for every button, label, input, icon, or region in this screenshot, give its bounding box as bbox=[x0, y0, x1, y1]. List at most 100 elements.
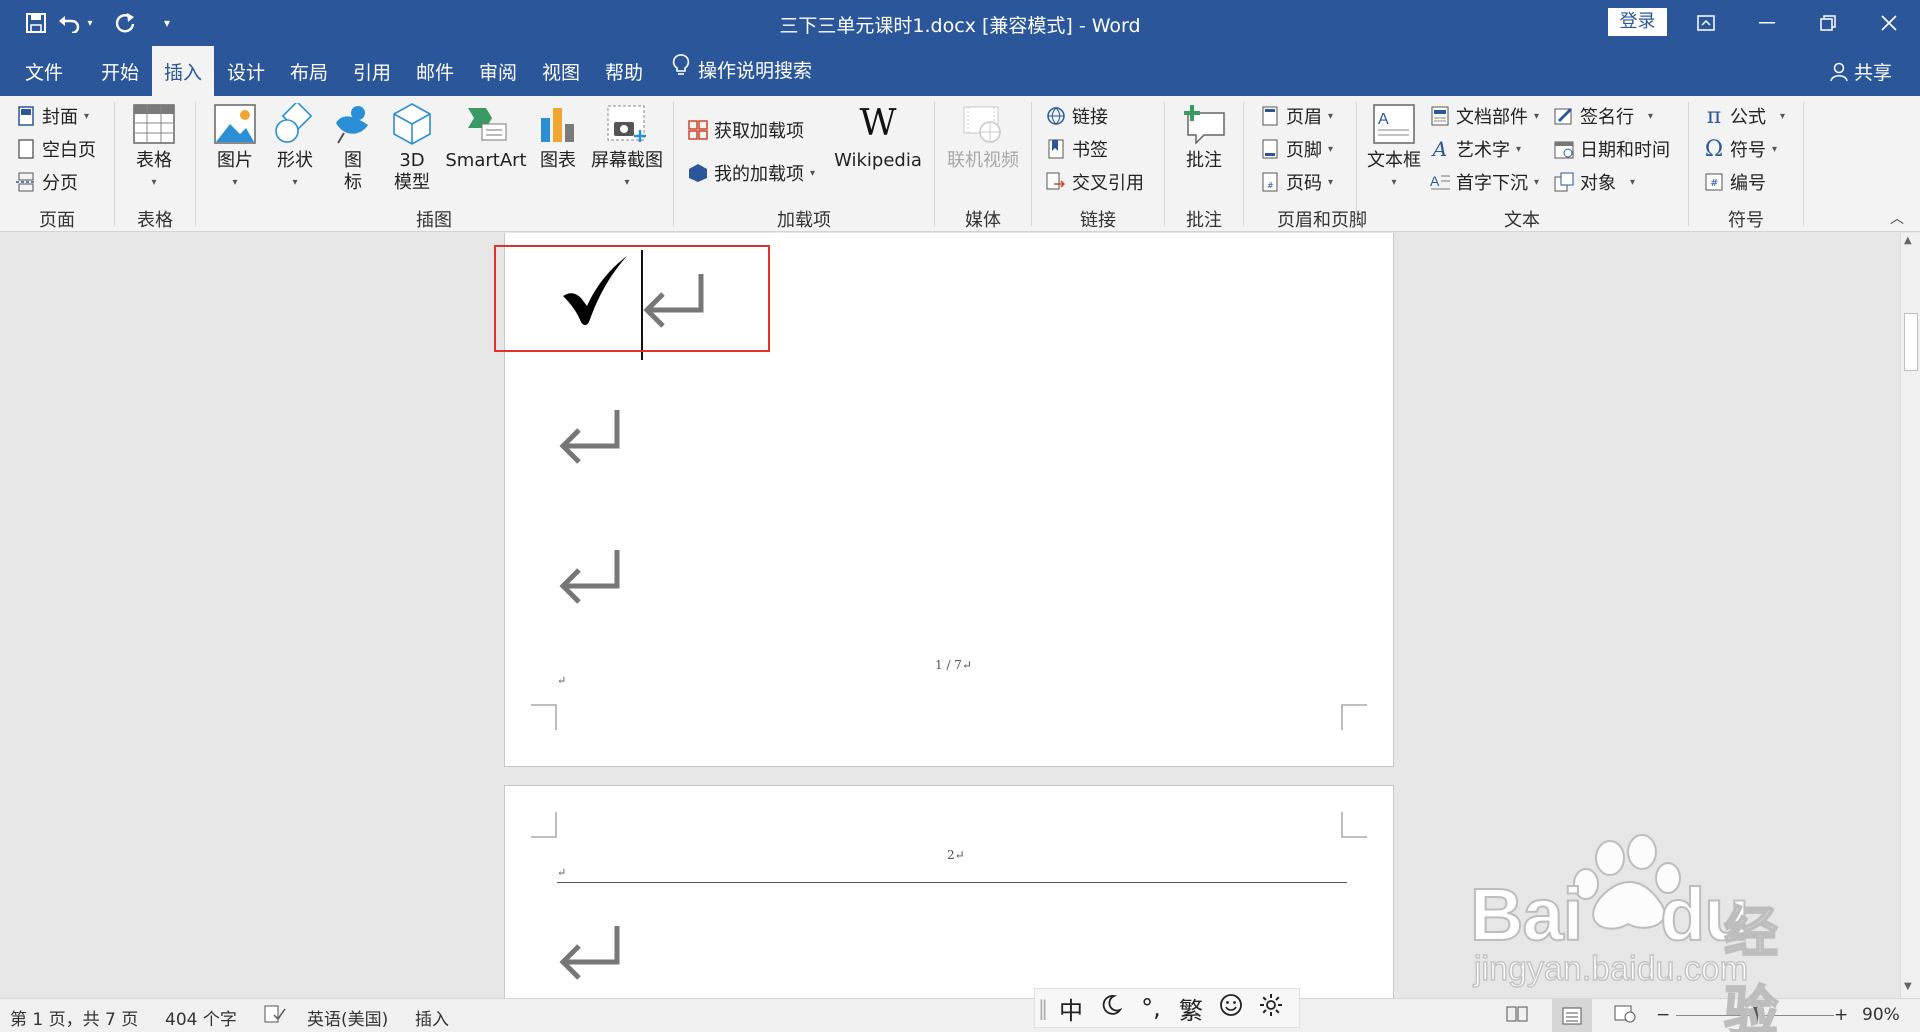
ime-halfwidth-icon[interactable] bbox=[1091, 994, 1131, 1022]
online-video-button[interactable]: 联机视频 bbox=[944, 102, 1022, 172]
header-divider bbox=[557, 882, 1347, 883]
footer-icon bbox=[1260, 139, 1280, 159]
zoom-level[interactable]: 90% bbox=[1862, 1005, 1900, 1025]
tab-insert[interactable]: 插入 bbox=[152, 46, 214, 96]
close-icon[interactable] bbox=[1858, 0, 1920, 46]
tab-layout[interactable]: 布局 bbox=[279, 46, 339, 96]
zoom-slider-thumb[interactable] bbox=[1753, 1007, 1758, 1023]
tab-view[interactable]: 视图 bbox=[531, 46, 591, 96]
signature-line-button[interactable]: 签名行 ▾ bbox=[1554, 101, 1653, 131]
icons-button[interactable]: 图 标 bbox=[328, 102, 378, 194]
date-time-button[interactable]: 日期和时间 bbox=[1554, 134, 1670, 164]
crop-mark-top-left bbox=[531, 812, 557, 838]
page-break-label: 分页 bbox=[42, 173, 78, 194]
group-label-comments: 批注 bbox=[1186, 210, 1222, 231]
language-status[interactable]: 英语(美国) bbox=[307, 1005, 388, 1030]
quick-parts-button[interactable]: 文档部件 ▾ bbox=[1430, 101, 1539, 131]
header-button[interactable]: 页眉 ▾ bbox=[1260, 101, 1333, 131]
object-button[interactable]: 对象 ▾ bbox=[1554, 167, 1635, 197]
wordart-button[interactable]: A 艺术字 ▾ bbox=[1430, 134, 1521, 164]
wordart-icon: A bbox=[1432, 137, 1448, 161]
ime-grip-icon[interactable]: ‖ bbox=[1035, 996, 1051, 1020]
ime-language-toggle[interactable]: 中 bbox=[1051, 991, 1091, 1026]
cross-reference-button[interactable]: 交叉引用 bbox=[1046, 167, 1144, 197]
ime-settings-gear-icon[interactable] bbox=[1251, 993, 1291, 1023]
link-button[interactable]: 链接 bbox=[1046, 101, 1108, 131]
symbol-button[interactable]: Ω 符号 ▾ bbox=[1704, 134, 1777, 164]
minimize-icon[interactable] bbox=[1736, 0, 1798, 46]
chevron-down-icon: ▾ bbox=[1391, 177, 1397, 188]
ribbon-display-options-icon[interactable] bbox=[1675, 0, 1737, 46]
scroll-down-icon[interactable]: ▼ bbox=[1904, 981, 1912, 992]
share-button[interactable]: 共享 bbox=[1830, 46, 1892, 96]
pictures-button[interactable]: 图片 ▾ bbox=[208, 102, 262, 194]
chevron-down-icon: ▾ bbox=[624, 177, 630, 188]
restore-icon[interactable] bbox=[1797, 0, 1859, 46]
comment-icon bbox=[1182, 102, 1226, 146]
numbering-icon: # bbox=[1704, 172, 1724, 192]
3d-models-label: 3D bbox=[399, 150, 425, 171]
wikipedia-label: Wikipedia bbox=[834, 150, 922, 171]
drop-cap-button[interactable]: A 首字下沉 ▾ bbox=[1430, 167, 1539, 197]
blank-page-button[interactable]: 空白页 bbox=[16, 134, 96, 164]
insert-mode-status[interactable]: 插入 bbox=[415, 1005, 449, 1030]
omega-icon: Ω bbox=[1704, 136, 1724, 162]
bookmark-icon bbox=[1046, 139, 1066, 159]
get-addins-button[interactable]: 获取加载项 bbox=[688, 115, 804, 145]
numbering-label: 编号 bbox=[1730, 173, 1766, 194]
tab-references[interactable]: 引用 bbox=[342, 46, 402, 96]
my-addins-icon bbox=[688, 163, 708, 183]
page-2[interactable]: 2↵ ↵ bbox=[504, 785, 1394, 998]
bookmark-button[interactable]: 书签 bbox=[1046, 134, 1108, 164]
page-count-status[interactable]: 第 1 页，共 7 页 bbox=[10, 1005, 138, 1030]
tell-me-search[interactable]: 操作说明搜索 bbox=[672, 46, 812, 96]
table-button[interactable]: 表格 ▾ bbox=[126, 102, 182, 194]
my-addins-button[interactable]: 我的加载项 ▾ bbox=[688, 158, 815, 188]
tab-design[interactable]: 设计 bbox=[216, 46, 276, 96]
link-icon bbox=[1046, 106, 1066, 126]
document-canvas[interactable]: ✓ 1 / 7↵ ↵ 2↵ ↵ bbox=[0, 233, 1900, 998]
cover-page-button[interactable]: 封面 ▾ bbox=[16, 101, 89, 131]
vertical-scrollbar[interactable]: ▲ ▼ bbox=[1900, 233, 1920, 998]
scroll-thumb[interactable] bbox=[1904, 313, 1918, 371]
status-bar: 第 1 页，共 7 页 404 个字 英语(美国) 插入 − + 90% bbox=[0, 998, 1920, 1032]
svg-text:A: A bbox=[1430, 173, 1440, 189]
ime-traditional-toggle[interactable]: 繁 bbox=[1171, 991, 1211, 1026]
zoom-out-button[interactable]: − bbox=[1656, 1005, 1670, 1025]
shapes-button[interactable]: 形状 ▾ bbox=[268, 102, 322, 194]
tab-mailings[interactable]: 邮件 bbox=[405, 46, 465, 96]
equation-button[interactable]: π 公式 ▾ bbox=[1704, 101, 1785, 131]
tab-home[interactable]: 开始 bbox=[90, 46, 150, 96]
new-comment-button[interactable]: 批注 bbox=[1176, 102, 1232, 172]
chevron-down-icon: ▾ bbox=[810, 167, 816, 179]
chart-button[interactable]: 图表 bbox=[534, 102, 582, 172]
screenshot-button[interactable]: 屏幕截图 ▾ bbox=[588, 102, 666, 194]
web-layout-icon[interactable] bbox=[1614, 1005, 1636, 1028]
tab-file[interactable]: 文件 bbox=[14, 46, 74, 96]
scroll-up-icon[interactable]: ▲ bbox=[1904, 235, 1912, 246]
footer-button[interactable]: 页脚 ▾ bbox=[1260, 134, 1333, 164]
numbering-button[interactable]: # 编号 bbox=[1704, 167, 1766, 197]
smartart-button[interactable]: SmartArt bbox=[444, 102, 528, 172]
online-video-label: 联机视频 bbox=[947, 150, 1019, 171]
page-number-button[interactable]: # 页码 ▾ bbox=[1260, 167, 1333, 197]
page-break-button[interactable]: 分页 bbox=[16, 167, 78, 197]
collapse-ribbon-icon[interactable]: ︿ bbox=[1890, 208, 1904, 228]
login-button[interactable]: 登录 bbox=[1608, 8, 1667, 36]
read-mode-icon[interactable] bbox=[1506, 1005, 1528, 1028]
tab-help[interactable]: 帮助 bbox=[594, 46, 654, 96]
share-label: 共享 bbox=[1854, 62, 1893, 84]
ime-emoji-icon[interactable] bbox=[1211, 993, 1251, 1023]
ime-punctuation-toggle[interactable]: °, bbox=[1131, 994, 1171, 1022]
svg-text:#: # bbox=[1710, 178, 1718, 189]
print-layout-icon[interactable] bbox=[1552, 999, 1592, 1032]
3d-models-button[interactable]: 3D 模型 bbox=[386, 102, 438, 194]
zoom-in-button[interactable]: + bbox=[1834, 1005, 1848, 1025]
proofing-icon[interactable] bbox=[264, 1005, 286, 1028]
text-box-button[interactable]: A 文本框 ▾ bbox=[1366, 102, 1422, 194]
word-count-status[interactable]: 404 个字 bbox=[165, 1005, 237, 1030]
tab-review[interactable]: 审阅 bbox=[468, 46, 528, 96]
wikipedia-button[interactable]: W Wikipedia bbox=[832, 102, 924, 172]
header-page-number: 2↵ bbox=[947, 848, 965, 862]
blank-page-icon bbox=[16, 139, 36, 159]
